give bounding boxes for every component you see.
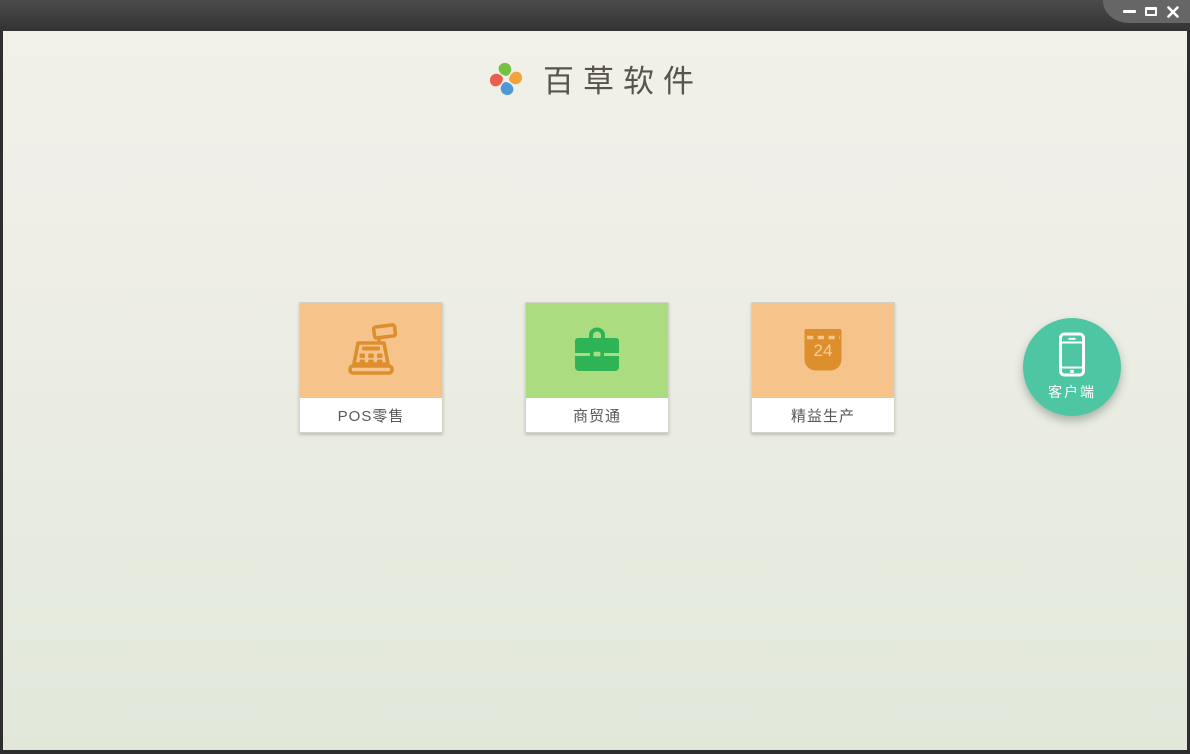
- tile-art-pos: [300, 303, 442, 398]
- tile-label-pos-retail: POS零售: [300, 398, 442, 432]
- tile-art-lean: 24: [752, 303, 894, 398]
- product-tile-trade[interactable]: 商贸通: [525, 302, 669, 433]
- window-controls: [1103, 0, 1190, 23]
- product-tile-pos-retail[interactable]: POS零售: [299, 302, 443, 433]
- cash-register-icon: [348, 322, 398, 375]
- maximize-icon: [1145, 7, 1157, 16]
- brand-header: 百草软件: [3, 56, 1187, 101]
- tile-art-trade: [526, 303, 668, 398]
- client-button-label: 客户端: [1048, 384, 1096, 400]
- maximize-button[interactable]: [1140, 2, 1162, 22]
- calendar-day-number: 24: [814, 341, 833, 360]
- app-window: 百草软件 POS零售 商贸通 24 精益生产 客户端: [0, 0, 1190, 754]
- minimize-icon: [1122, 10, 1136, 13]
- product-tile-lean-production[interactable]: 24 精益生产: [751, 302, 895, 433]
- tile-label-trade: 商贸通: [526, 398, 668, 432]
- pinwheel-logo-icon: [489, 62, 523, 95]
- main-content: 百草软件 POS零售 商贸通 24 精益生产 客户端: [0, 31, 1190, 754]
- app-title: 百草软件: [543, 64, 703, 100]
- minimize-button[interactable]: [1118, 2, 1140, 22]
- client-button[interactable]: 客户端: [1023, 318, 1121, 416]
- close-icon: [1167, 5, 1179, 18]
- smartphone-icon: [1059, 332, 1085, 377]
- close-button[interactable]: [1162, 2, 1184, 22]
- titlebar[interactable]: [0, 0, 1190, 31]
- briefcase-icon: [575, 327, 619, 371]
- tile-label-lean-production: 精益生产: [752, 398, 894, 432]
- calendar-icon: 24: [804, 328, 842, 370]
